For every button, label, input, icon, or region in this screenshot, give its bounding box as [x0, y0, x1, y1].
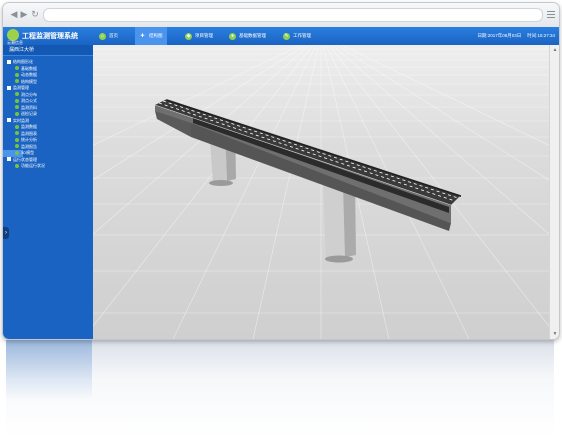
bullet-icon	[15, 98, 19, 103]
tree-label: 监测数据	[21, 124, 37, 129]
bullet-icon	[15, 79, 19, 84]
bullet-icon	[15, 124, 19, 129]
vertical-scrollbar[interactable]: ▲ ▼	[549, 45, 559, 339]
bullet-icon	[15, 72, 19, 77]
app-header: 云瀚信息 工程监测管理系统 ⌂ 首页 ✚ 结构图 ◆ 项目管理 ● 基础数据管理…	[3, 27, 559, 45]
nav-home-label: 首页	[109, 33, 118, 38]
address-bar[interactable]	[43, 8, 543, 22]
bullet-icon	[15, 137, 19, 142]
nav-project-label: 项目管理	[195, 33, 213, 38]
bridge-scene	[93, 45, 549, 339]
tree-label: 统计分析	[21, 137, 37, 142]
reload-icon[interactable]: ↻	[30, 9, 40, 19]
browser-toolbar: ◀ ▶ ↻	[3, 3, 559, 28]
tree-label: 监测报告	[21, 143, 37, 149]
nav-work-label: 工作管理	[293, 33, 311, 38]
sidebar-tree: 结构图形化 基础数据 动态数据 结构模型 监测管理 测点分布 测点公式 监测资料…	[3, 56, 93, 170]
collapse-box-icon[interactable]	[7, 157, 11, 162]
scroll-down-icon[interactable]: ▼	[551, 330, 559, 338]
3d-viewport[interactable]	[93, 45, 549, 339]
bullet-icon	[15, 163, 19, 168]
nav-basedata-label: 基础数据管理	[239, 33, 266, 38]
tree-label: 运行状态管理	[13, 156, 37, 162]
bullet-icon	[15, 105, 19, 110]
sidebar-toggle-icon[interactable]: ›	[3, 227, 9, 239]
tree-label: 监测图表	[21, 130, 37, 136]
forward-arrow-icon[interactable]: ▶	[19, 9, 29, 19]
bullet-icon	[15, 111, 19, 116]
work-icon: ✎	[283, 32, 290, 40]
bullet-icon	[15, 66, 19, 71]
bullet-icon	[15, 150, 19, 155]
nav-basedata[interactable]: ● 基础数据管理	[225, 27, 270, 45]
tree-label: 基础数据	[21, 65, 37, 71]
home-icon: ⌂	[99, 32, 106, 40]
tree-label: 测点分布	[21, 91, 37, 97]
project-icon: ◆	[185, 32, 192, 40]
tree-label: 结构图形化	[13, 59, 33, 64]
tree-label: 巡检记录	[21, 111, 37, 116]
bullet-icon	[15, 92, 19, 97]
tree-label: 3D模型	[21, 150, 35, 155]
nav-home[interactable]: ⌂ 首页	[95, 27, 122, 45]
bullet-icon	[15, 144, 19, 149]
tree-label: 结构模型	[21, 78, 37, 84]
nav-project[interactable]: ◆ 项目管理	[181, 27, 217, 45]
nav-structure[interactable]: ✚ 结构图	[135, 27, 167, 45]
app-title: 工程监测管理系统	[22, 33, 78, 40]
sidebar-title: 漏西江大桥	[3, 45, 93, 56]
tree-label: 监测管理	[13, 85, 29, 90]
bullet-icon	[15, 131, 19, 136]
tree-label: 监测资料	[21, 104, 37, 110]
scroll-up-icon[interactable]: ▲	[551, 46, 559, 54]
app-logo: 云瀚信息 工程监测管理系统	[7, 29, 93, 45]
nav-work[interactable]: ✎ 工作管理	[279, 27, 315, 45]
status-area: 日期:2017年08月03日 时间:15:27:34	[477, 27, 555, 45]
collapse-box-icon[interactable]	[7, 59, 11, 64]
back-arrow-icon[interactable]: ◀	[9, 9, 19, 19]
structure-icon: ✚	[140, 33, 145, 39]
tree-label: 动态数据	[21, 72, 37, 77]
database-icon: ●	[229, 32, 236, 40]
browser-window: ◀ ▶ ↻ 云瀚信息 工程监测管理系统 ⌂ 首页 ✚ 结构图 ◆ 项目管理 ● …	[2, 2, 560, 340]
collapse-box-icon[interactable]	[7, 118, 11, 123]
sidebar: 漏西江大桥 结构图形化 基础数据 动态数据 结构模型 监测管理 测点分布 测点公…	[3, 45, 93, 339]
ground-grid	[93, 45, 549, 339]
hamburger-menu-icon[interactable]	[547, 9, 555, 18]
tree-label: 测点公式	[21, 98, 37, 103]
window-reflection	[6, 340, 554, 437]
nav-structure-label: 结构图	[149, 33, 163, 38]
time-display: 时间:15:27:34	[527, 33, 555, 38]
date-display: 日期:2017年08月03日	[477, 33, 522, 38]
tree-item-run-status[interactable]: 功能运行状况	[3, 163, 93, 170]
collapse-box-icon[interactable]	[7, 85, 11, 90]
tree-label: 实时监测	[13, 117, 29, 123]
bridge-deck	[154, 98, 462, 231]
tree-label: 功能运行状况	[21, 163, 45, 168]
